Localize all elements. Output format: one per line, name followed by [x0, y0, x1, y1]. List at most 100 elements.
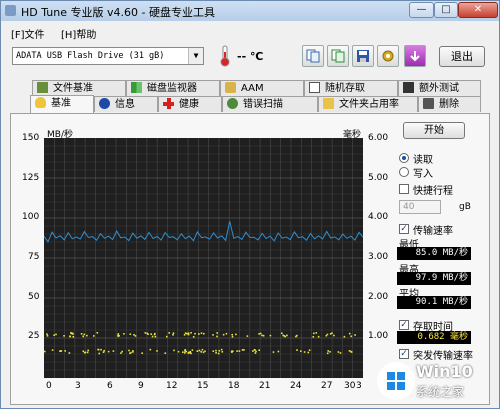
maximize-button[interactable]: □ [434, 2, 458, 18]
tab-benchmark[interactable]: 基准 [30, 95, 94, 113]
x-tick: 27 [321, 381, 333, 391]
access-time-point [83, 333, 86, 336]
download-arrow-icon [410, 51, 420, 62]
exit-button[interactable]: 退出 [439, 46, 485, 67]
tab-extra-tests[interactable]: 额外测试 [398, 80, 481, 96]
access-time-point [117, 334, 119, 337]
write-radio[interactable] [399, 167, 409, 177]
tab-error-scan[interactable]: 错误扫描 [222, 96, 318, 112]
tab-random-access-label: 随机存取 [325, 83, 365, 94]
menu-file[interactable]: [F]文件 [11, 26, 45, 41]
access-time-point [327, 350, 329, 352]
access-time-point [186, 332, 188, 335]
info-icon [99, 98, 110, 109]
tab-random-access[interactable]: 随机存取 [304, 80, 398, 96]
left-tick: 100 [22, 212, 40, 222]
benchmark-chart [44, 138, 363, 378]
x-tick: 15 [197, 381, 209, 391]
access-time-point [53, 334, 55, 336]
minimize-button[interactable]: — [409, 2, 434, 18]
options-button[interactable] [377, 45, 399, 67]
write-label: 写入 [413, 169, 433, 180]
read-radio[interactable] [399, 153, 409, 163]
download-button[interactable] [404, 45, 426, 67]
access-time-point [190, 332, 192, 334]
access-time-point [196, 350, 199, 352]
access-time-point [55, 333, 57, 336]
access-time-point [191, 349, 194, 351]
disk-monitor-icon [131, 82, 142, 93]
access-time-point [184, 352, 186, 354]
access-time-point [261, 334, 263, 337]
access-time-point [225, 332, 228, 335]
start-button[interactable]: 开始 [403, 122, 465, 139]
access-time-point [269, 334, 272, 337]
access-time-point [220, 348, 223, 351]
access-time-point [144, 332, 147, 334]
access-time-point [217, 352, 220, 355]
close-button[interactable]: ✕ [458, 2, 498, 18]
right-tick: 5.00 [368, 173, 389, 183]
access-time-point [149, 348, 152, 351]
save-button[interactable] [352, 45, 374, 67]
quick-stroke-value[interactable]: 40 [399, 200, 441, 214]
quick-stroke-checkbox[interactable] [399, 184, 409, 194]
access-time-point [284, 335, 287, 338]
title-bar[interactable]: HD Tune 专业版 v4.60 - 硬盘专业工具 — □ ✕ [1, 1, 499, 21]
tab-erase-label: 删除 [439, 99, 459, 110]
tab-aam[interactable]: AAM [220, 80, 304, 96]
access-time-point [231, 335, 234, 338]
access-time-point [348, 332, 351, 335]
access-time-point [259, 332, 262, 335]
tab-info[interactable]: 信息 [94, 96, 158, 112]
window-title: HD Tune 专业版 v4.60 - 硬盘专业工具 [21, 6, 215, 19]
access-time-point [82, 350, 85, 353]
access-time-value: 0.682 毫秒 [397, 331, 471, 344]
access-time-point [212, 350, 215, 352]
access-time-point [96, 332, 99, 334]
access-time-point [164, 352, 167, 354]
copy-image-button[interactable] [327, 45, 349, 67]
access-time-point [254, 352, 257, 354]
access-time-point [51, 349, 54, 351]
access-time-point [307, 351, 310, 354]
access-time-point [200, 351, 202, 353]
access-time-point [82, 335, 84, 338]
trash-icon [423, 98, 434, 109]
x-tick: 12 [166, 381, 178, 391]
access-time-point [348, 350, 351, 352]
x-tick: 9 [138, 381, 144, 391]
access-time-point [216, 332, 218, 334]
access-time-point [317, 335, 320, 338]
access-time-point [238, 350, 241, 352]
tab-erase[interactable]: 删除 [418, 96, 481, 112]
access-time-point [215, 352, 217, 354]
drive-select[interactable]: ADATA USB Flash Drive (31 gB) ▼ [12, 47, 204, 65]
menu-help[interactable]: [H]帮助 [61, 26, 96, 41]
access-time-point [133, 334, 135, 336]
access-time-point [128, 349, 130, 352]
access-time-point [333, 334, 335, 337]
access-time-point [216, 335, 218, 338]
access-time-point [308, 349, 311, 351]
tab-file-benchmark[interactable]: 文件基准 [32, 80, 126, 96]
copy-text-button[interactable] [302, 45, 324, 67]
max-speed-value: 97.9 MB/秒 [397, 272, 471, 285]
x-tick: 0 [46, 381, 52, 391]
access-time-point [129, 352, 131, 355]
tab-folder-usage-label: 文件夹占用率 [339, 99, 399, 110]
access-time-point [235, 333, 237, 336]
access-time-checkbox[interactable]: ✓ [399, 320, 409, 330]
transfer-rate-checkbox[interactable]: ✓ [399, 224, 409, 234]
access-time-point [215, 349, 217, 352]
access-time-point [182, 351, 184, 353]
tab-health[interactable]: 健康 [158, 96, 222, 112]
tab-disk-monitor[interactable]: 磁盘监视器 [126, 80, 220, 96]
access-time-point [168, 332, 170, 334]
access-time-point [103, 349, 105, 352]
chevron-down-icon[interactable]: ▼ [188, 48, 203, 64]
access-time-point [303, 351, 306, 353]
access-time-point [172, 334, 174, 336]
tab-folder-usage[interactable]: 文件夹占用率 [318, 96, 418, 112]
access-time-point [87, 349, 89, 352]
